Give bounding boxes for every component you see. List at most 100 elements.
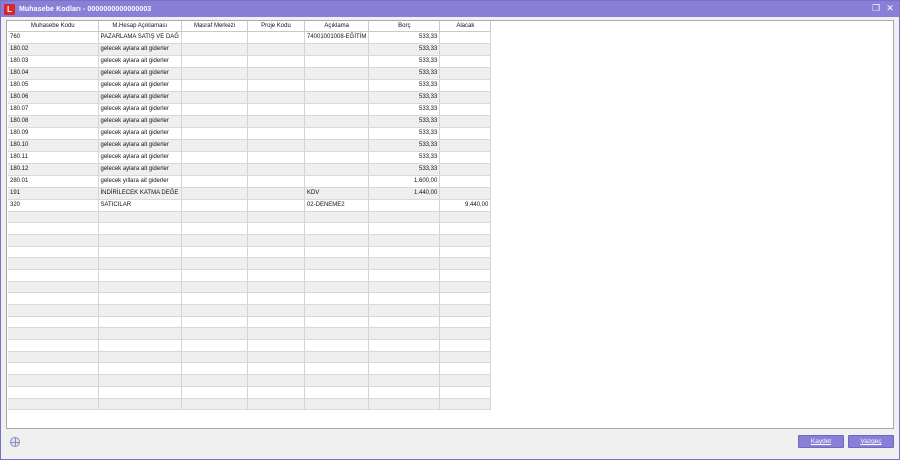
cost-center-cell[interactable] (181, 151, 248, 164)
col-header-project-code[interactable]: Proje Kodu (247, 21, 305, 32)
table-row[interactable] (8, 281, 492, 294)
debit-cell[interactable] (368, 234, 441, 247)
main-account-desc-cell[interactable]: gelecek aylara ait giderler (98, 115, 182, 128)
cost-center-cell[interactable] (181, 222, 248, 235)
col-header-main-account-desc[interactable]: M.Hesap Açıklaması (98, 21, 182, 32)
main-account-desc-cell[interactable] (98, 246, 182, 259)
project-code-cell[interactable] (247, 163, 305, 176)
cost-center-cell[interactable] (181, 246, 248, 259)
account-code-cell[interactable]: 180.09 (8, 127, 99, 140)
description-cell[interactable] (304, 79, 370, 92)
description-cell[interactable] (304, 222, 370, 235)
cost-center-cell[interactable] (181, 175, 248, 188)
debit-cell[interactable] (368, 292, 441, 305)
credit-cell[interactable] (439, 304, 492, 317)
col-header-debit[interactable]: Borç (368, 21, 441, 32)
cost-center-cell[interactable] (181, 316, 248, 329)
debit-cell[interactable] (368, 374, 441, 387)
debit-cell[interactable] (368, 269, 441, 282)
description-cell[interactable] (304, 304, 370, 317)
main-account-desc-cell[interactable] (98, 398, 182, 411)
credit-cell[interactable] (439, 281, 492, 294)
table-row[interactable] (8, 362, 492, 376)
credit-cell[interactable] (439, 151, 492, 164)
table-row[interactable] (8, 386, 492, 399)
credit-cell[interactable] (439, 316, 492, 329)
description-cell[interactable]: 02-DENEME2 (304, 199, 370, 212)
table-row[interactable] (8, 374, 492, 387)
cost-center-cell[interactable] (181, 103, 248, 116)
account-code-cell[interactable]: 180.11 (8, 151, 99, 164)
credit-cell[interactable] (439, 327, 492, 341)
description-cell[interactable] (304, 127, 370, 140)
project-code-cell[interactable] (247, 139, 305, 152)
account-code-cell[interactable] (8, 362, 99, 376)
account-code-cell[interactable] (8, 327, 99, 341)
account-code-cell[interactable]: 191 (8, 187, 99, 200)
project-code-cell[interactable] (247, 67, 305, 80)
table-row[interactable] (8, 211, 492, 224)
table-row[interactable] (8, 257, 492, 270)
table-row[interactable]: 180.07 gelecek aylara ait giderler 533,33 (8, 103, 492, 116)
credit-cell[interactable] (439, 211, 492, 224)
description-cell[interactable] (304, 257, 370, 270)
table-row[interactable] (8, 222, 492, 235)
project-code-cell[interactable] (247, 103, 305, 116)
cost-center-cell[interactable] (181, 374, 248, 387)
credit-cell[interactable] (439, 222, 492, 235)
project-code-cell[interactable] (247, 362, 305, 376)
table-row[interactable]: 180.12 gelecek aylara ait giderler 533,33 (8, 163, 492, 176)
table-row[interactable] (8, 339, 492, 352)
project-code-cell[interactable] (247, 79, 305, 92)
description-cell[interactable] (304, 398, 370, 411)
project-code-cell[interactable] (247, 386, 305, 399)
table-row[interactable]: 180.06 gelecek aylara ait giderler 533,33 (8, 91, 492, 104)
credit-cell[interactable] (439, 257, 492, 270)
credit-cell[interactable] (439, 175, 492, 188)
description-cell[interactable] (304, 246, 370, 259)
debit-cell[interactable] (368, 222, 441, 235)
cost-center-cell[interactable] (181, 257, 248, 270)
main-account-desc-cell[interactable] (98, 386, 182, 399)
table-row[interactable] (8, 234, 492, 247)
credit-cell[interactable] (439, 79, 492, 92)
project-code-cell[interactable] (247, 339, 305, 352)
account-code-cell[interactable]: 180.03 (8, 55, 99, 68)
description-cell[interactable] (304, 386, 370, 399)
debit-cell[interactable]: 533,33 (368, 139, 441, 152)
credit-cell[interactable] (439, 43, 492, 56)
close-icon[interactable]: ✕ (885, 3, 895, 14)
table-row[interactable] (8, 269, 492, 282)
description-cell[interactable] (304, 91, 370, 104)
credit-cell[interactable] (439, 339, 492, 352)
description-cell[interactable] (304, 151, 370, 164)
table-row[interactable] (8, 292, 492, 305)
project-code-cell[interactable] (247, 91, 305, 104)
debit-cell[interactable]: 533,33 (368, 67, 441, 80)
cost-center-cell[interactable] (181, 91, 248, 104)
project-code-cell[interactable] (247, 31, 305, 44)
main-account-desc-cell[interactable]: gelecek aylara ait giderler (98, 43, 182, 56)
debit-cell[interactable]: 533,33 (368, 79, 441, 92)
table-row[interactable]: 280.01 gelecek yıllara ait giderler 1.600,… (8, 175, 492, 188)
description-cell[interactable] (304, 55, 370, 68)
description-cell[interactable] (304, 362, 370, 376)
debit-cell[interactable] (368, 327, 441, 341)
main-account-desc-cell[interactable]: gelecek aylara ait giderler (98, 103, 182, 116)
cost-center-cell[interactable] (181, 398, 248, 411)
main-account-desc-cell[interactable] (98, 257, 182, 270)
table-row[interactable]: 180.04 gelecek aylara ait giderler 533,33 (8, 67, 492, 80)
main-account-desc-cell[interactable]: İNDİRİLECEK KATMA DEĞE (98, 187, 182, 200)
cost-center-cell[interactable] (181, 292, 248, 305)
debit-cell[interactable]: 533,33 (368, 127, 441, 140)
description-cell[interactable] (304, 234, 370, 247)
credit-cell[interactable] (439, 292, 492, 305)
description-cell[interactable] (304, 103, 370, 116)
credit-cell[interactable] (439, 55, 492, 68)
debit-cell[interactable] (368, 281, 441, 294)
debit-cell[interactable]: 1.600,00 (368, 175, 441, 188)
cost-center-cell[interactable] (181, 43, 248, 56)
project-code-cell[interactable] (247, 187, 305, 200)
main-account-desc-cell[interactable] (98, 374, 182, 387)
account-code-cell[interactable]: 760 (8, 31, 99, 44)
